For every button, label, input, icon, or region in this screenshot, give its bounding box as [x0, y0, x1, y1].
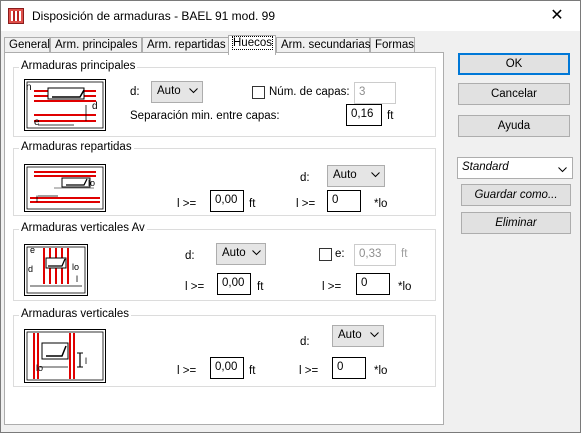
- l2-unit: *lo: [374, 365, 388, 377]
- l-unit: ft: [249, 365, 256, 377]
- ok-button[interactable]: OK: [458, 53, 570, 75]
- diagram-label-l: l: [76, 274, 78, 284]
- e-unit: ft: [401, 248, 408, 260]
- d-select[interactable]: Auto: [327, 165, 385, 187]
- dialog-window: Disposición de armaduras - BAEL 91 mod. …: [0, 0, 581, 433]
- repartidas-diagram: lo l: [24, 164, 106, 212]
- num-capas-checkbox[interactable]: [252, 86, 265, 99]
- cancel-button[interactable]: Cancelar: [458, 83, 570, 105]
- title-bar: Disposición de armaduras - BAEL 91 mod. …: [1, 1, 580, 31]
- delete-button[interactable]: Eliminar: [461, 212, 571, 234]
- diagram-label-lo: lo: [36, 363, 44, 373]
- l2-field[interactable]: 0: [327, 190, 361, 212]
- diagram-label-e: e: [30, 245, 36, 255]
- group-armaduras-repartidas: Armaduras repartidas lo l d: Auto l >= 0…: [13, 141, 436, 216]
- diagram-label-lo: lo: [88, 178, 96, 188]
- l-field[interactable]: 0,00: [210, 190, 244, 212]
- l2-unit: *lo: [398, 281, 412, 293]
- d-select[interactable]: Auto: [151, 81, 203, 103]
- e-label: e:: [335, 248, 345, 260]
- help-button[interactable]: Ayuda: [458, 115, 570, 137]
- diagram-label-d: d: [92, 101, 98, 112]
- l-label: l >=: [177, 365, 197, 377]
- tab-huecos[interactable]: Huecos: [228, 35, 276, 55]
- tab-panel-huecos: Armaduras principales n d e d: Auto Núm.…: [4, 52, 444, 425]
- verticales-diagram: lo l: [24, 329, 106, 383]
- group-armaduras-principales: Armaduras principales n d e d: Auto Núm.…: [13, 60, 436, 137]
- diagram-label-n: n: [26, 82, 32, 93]
- save-as-button[interactable]: Guardar como...: [461, 184, 571, 206]
- principales-diagram: n d e: [24, 79, 106, 131]
- chevron-down-icon: [558, 164, 567, 176]
- num-capas-field[interactable]: 3: [354, 82, 396, 104]
- l-field[interactable]: 0,00: [217, 273, 251, 295]
- group-armaduras-verticales-av: Armaduras verticales Av e d lo l d: Auto…: [13, 222, 436, 301]
- d-label: d:: [300, 336, 310, 348]
- preset-select[interactable]: Standard: [457, 157, 573, 179]
- l2-field[interactable]: 0: [356, 273, 390, 295]
- diagram-label-d: d: [28, 264, 34, 274]
- e-checkbox[interactable]: [319, 248, 332, 261]
- l2-unit: *lo: [374, 198, 388, 210]
- group-title: Armaduras principales: [19, 60, 138, 72]
- group-title: Armaduras verticales: [19, 308, 132, 320]
- d-label: d:: [185, 250, 195, 262]
- diagram-label-l: l: [36, 194, 38, 204]
- group-title: Armaduras verticales Av: [19, 222, 147, 234]
- diagram-label-l: l: [85, 356, 87, 366]
- app-icon: [8, 8, 24, 24]
- e-field[interactable]: 0,33: [354, 244, 396, 266]
- separacion-label: Separación min. entre capas:: [130, 110, 280, 122]
- l2-label: l >=: [296, 198, 316, 210]
- separacion-unit: ft: [387, 110, 394, 122]
- diagram-label-lo: lo: [72, 262, 80, 272]
- chevron-down-icon: [189, 88, 198, 96]
- l-field[interactable]: 0,00: [210, 357, 244, 379]
- d-label: d:: [300, 172, 310, 184]
- window-title: Disposición de armaduras - BAEL 91 mod. …: [32, 9, 276, 23]
- verticales-av-diagram: e d lo l: [24, 244, 88, 296]
- d-select[interactable]: Auto: [332, 325, 384, 347]
- l-label: l >=: [177, 198, 197, 210]
- l-unit: ft: [249, 198, 256, 210]
- l-label: l >=: [185, 281, 205, 293]
- l2-label: l >=: [299, 365, 319, 377]
- group-armaduras-verticales: Armaduras verticales lo l d: Auto l >= 0…: [13, 308, 436, 387]
- d-select[interactable]: Auto: [216, 243, 266, 265]
- l2-field[interactable]: 0: [332, 357, 366, 379]
- chevron-down-icon: [371, 172, 380, 180]
- d-label: d:: [130, 86, 140, 98]
- l2-label: l >=: [322, 281, 342, 293]
- group-title: Armaduras repartidas: [19, 141, 134, 153]
- num-capas-label: Núm. de capas:: [269, 86, 350, 98]
- close-button[interactable]: ✕: [534, 1, 580, 31]
- l-unit: ft: [257, 281, 264, 293]
- chevron-down-icon: [370, 332, 379, 340]
- separacion-field[interactable]: 0,16: [346, 104, 382, 126]
- chevron-down-icon: [252, 250, 261, 258]
- diagram-label-e: e: [34, 117, 40, 128]
